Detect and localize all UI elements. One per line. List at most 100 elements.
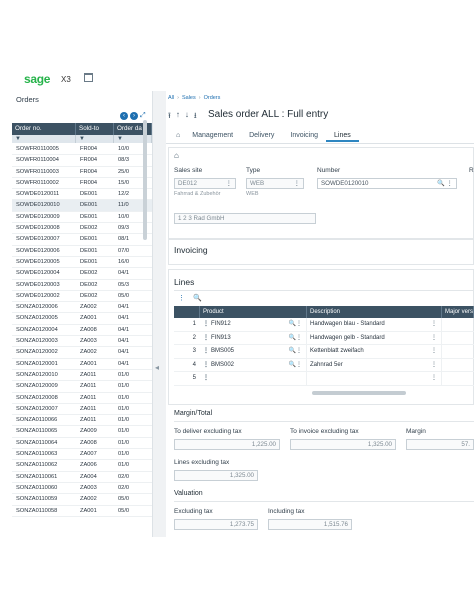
list-item[interactable]: SONZA0120006 ZA002 04/1 [12,302,152,314]
home-icon[interactable]: ⌂ [174,151,179,160]
product-cell[interactable]: ⋮ BMS002 🔍⋮ [200,358,307,372]
search-icon[interactable]: 🔍 ⋮ [437,179,453,188]
calendar-icon[interactable] [84,73,93,82]
filter-icon[interactable]: ▼ [76,135,114,143]
more-icon[interactable]: ⋮ [431,359,437,372]
major-version-cell[interactable] [442,318,474,331]
major-version-cell[interactable] [442,332,474,345]
list-item[interactable]: SONZA0110058 ZA001 05/0 [12,506,152,517]
panel-divider[interactable]: ◂ [152,91,166,537]
search-icon[interactable]: 🔍⋮ [289,332,302,345]
more-icon[interactable]: ⋮ [431,345,437,358]
list-item[interactable]: SONZA0110063 ZA007 01/0 [12,449,152,461]
list-item[interactable]: SOWDE0120002 DE002 05/0 [12,291,152,303]
list-item[interactable]: SOWFR0110003 FR004 25/0 [12,167,152,178]
tab-lines[interactable]: Lines [326,130,359,142]
tab-management[interactable]: Management [184,130,241,142]
list-item[interactable]: SOWDE0120008 DE002 09/3 [12,223,152,235]
list-item[interactable]: SONZA0120004 ZA008 04/1 [12,325,152,337]
description-cell[interactable]: Handwagen blau - Standard ⋮ [307,318,442,331]
more-icon[interactable]: ⋮ [226,179,232,188]
more-icon[interactable]: ⋮ [178,295,185,302]
orders-scrollbar[interactable] [143,120,147,240]
list-item[interactable]: SOWDE0120010 DE001 11/0 [12,200,152,212]
sales-site-field[interactable]: DE012 ⋮ [174,178,236,189]
product-cell[interactable]: ⋮ FIN913 🔍⋮ [200,331,307,345]
list-item[interactable]: SONZA0120010 ZA011 01/0 [12,370,152,382]
row-menu-icon[interactable]: ⋮ [203,348,209,354]
product-cell[interactable]: ⋮ FIN912 🔍⋮ [200,318,307,331]
type-field[interactable]: WEB ⋮ [246,178,304,189]
expand-icon[interactable]: ⤢ [140,112,148,120]
list-item[interactable]: SOWDE0120007 DE001 08/1 [12,234,152,246]
col-description[interactable]: Description [307,306,442,318]
more-icon[interactable]: ⋮ [431,318,437,331]
list-item[interactable]: SOWFR0110005 FR004 10/0 [12,144,152,156]
list-item[interactable]: SOWDE0120006 DE001 07/0 [12,246,152,257]
table-row[interactable]: 4 ⋮ BMS002 🔍⋮ Zahnrad 5er ⋮ [174,358,474,372]
list-item[interactable]: SOWDE0120003 DE002 05/3 [12,280,152,291]
excl-tax-field[interactable]: 1,273.75 [174,519,258,530]
row-menu-icon[interactable]: ⋮ [203,321,209,327]
filter-icon[interactable]: ▼ [12,135,76,143]
margin-field[interactable]: 57. [406,439,474,450]
more-icon[interactable]: ⋮ [431,372,437,385]
search-icon[interactable]: 🔍⋮ [289,359,302,372]
list-item[interactable]: SONZA0110066 ZA011 01/0 [12,415,152,427]
last-record-icon[interactable]: ⭳ [194,110,197,124]
invoice-field[interactable]: 1,325.00 [290,439,396,450]
list-item[interactable]: SOWDE0120005 DE001 16/0 [12,257,152,269]
list-item[interactable]: SONZA0110060 ZA003 02/0 [12,483,152,495]
list-item[interactable]: SOWFR0110002 FR004 15/0 [12,178,152,190]
more-icon[interactable]: ⋮ [431,332,437,345]
list-item[interactable]: SONZA0120009 ZA011 01/0 [12,381,152,393]
table-row[interactable]: 5 ⋮ ⋮ [174,372,474,386]
list-item[interactable]: SOWDE0120004 DE002 04/1 [12,268,152,280]
major-version-cell[interactable] [442,345,474,358]
col-product[interactable]: Product [200,306,307,318]
home-tab-icon[interactable]: ⌂ [172,130,184,142]
table-row[interactable]: 1 ⋮ FIN912 🔍⋮ Handwagen blau - Standard ⋮ [174,318,474,332]
collapse-icon[interactable]: ◂ [155,363,159,372]
description-cell[interactable]: Kettenblatt zweifach ⋮ [307,345,442,358]
breadcrumb-all[interactable]: All [168,95,174,101]
product-cell[interactable]: ⋮ BMS005 🔍⋮ [200,345,307,358]
list-item[interactable]: SONZA0120007 ZA011 01/0 [12,404,152,416]
breadcrumb-sales[interactable]: Sales [182,95,196,101]
down-icon[interactable]: ↓ [185,110,189,124]
list-item[interactable]: SONZA0110059 ZA002 05/0 [12,494,152,506]
description-cell[interactable]: ⋮ [307,372,442,385]
tab-delivery[interactable]: Delivery [241,130,282,142]
list-item[interactable]: SONZA0110062 ZA006 01/0 [12,460,152,472]
grid-scrollbar[interactable] [312,391,406,395]
major-version-cell[interactable] [442,359,474,372]
product-cell[interactable]: ⋮ [200,372,307,385]
list-item[interactable]: SOWDE0120009 DE001 10/0 [12,212,152,224]
row-menu-icon[interactable]: ⋮ [203,362,209,368]
previous-icon[interactable]: ‹ [120,112,128,120]
row-menu-icon[interactable]: ⋮ [203,335,209,341]
list-item[interactable]: SONZA0120002 ZA002 04/1 [12,347,152,359]
customer-name-field[interactable]: 1 2 3 Rad GmbH [174,213,316,224]
description-cell[interactable]: Handwagen gelb - Standard ⋮ [307,331,442,345]
description-cell[interactable]: Zahnrad 5er ⋮ [307,358,442,372]
up-icon[interactable]: ↑ [176,110,180,124]
tab-invoicing[interactable]: Invoicing [282,130,326,142]
search-icon[interactable]: 🔍⋮ [289,318,302,331]
incl-tax-field[interactable]: 1,515.76 [268,519,352,530]
search-icon[interactable]: 🔍⋮ [289,345,302,358]
sage-logo[interactable]: sage [24,72,50,86]
col-major-version[interactable]: Major vers [442,306,474,318]
search-icon[interactable]: 🔍 [193,295,202,302]
next-icon[interactable]: › [130,112,138,120]
col-sold-to[interactable]: Sold-to [76,123,114,135]
list-item[interactable]: SOWFR0110004 FR004 08/3 [12,155,152,167]
row-menu-icon[interactable]: ⋮ [203,375,209,381]
table-row[interactable]: 3 ⋮ BMS005 🔍⋮ Kettenblatt zweifach ⋮ [174,345,474,359]
list-item[interactable]: SOWDE0120011 DE001 12/2 [12,189,152,201]
list-item[interactable]: SONZA0110065 ZA009 01/0 [12,426,152,438]
lines-total-field[interactable]: 1,325.00 [174,470,258,481]
first-record-icon[interactable]: ⭱ [168,110,171,124]
list-item[interactable]: SONZA0120001 ZA001 04/1 [12,359,152,370]
major-version-cell[interactable] [442,372,474,385]
